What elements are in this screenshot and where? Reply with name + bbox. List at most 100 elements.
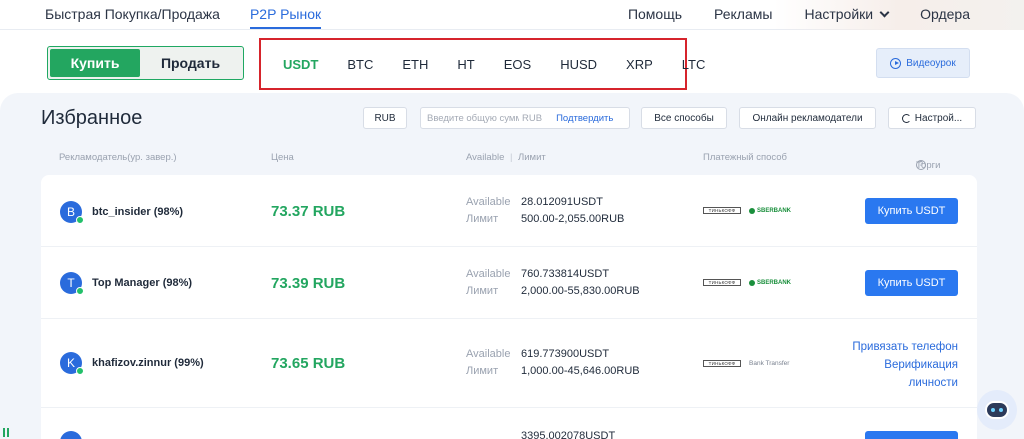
chevron-down-icon xyxy=(879,7,890,18)
link-phone-link[interactable]: Привязать телефон xyxy=(852,338,958,356)
avatar-initial: B xyxy=(66,205,75,219)
limit-value: 2,000.00-55,830.00RUB xyxy=(521,285,640,297)
confirm-button[interactable]: Подтвердить xyxy=(556,113,613,124)
nav-settings[interactable]: Настройки xyxy=(804,6,890,22)
refresh-icon xyxy=(901,113,911,123)
tinkoff-logo: ТИНЬКОФФ xyxy=(703,207,741,214)
buy-usdt-button[interactable] xyxy=(865,431,958,439)
table-row: B btc_insider (98%) 73.37 RUB Available … xyxy=(41,175,977,247)
available-value: 28.012091USDT xyxy=(521,196,603,208)
tinkoff-logo: ТИНЬКОФФ xyxy=(703,279,741,286)
available-value: 760.733814USDT xyxy=(521,268,610,280)
avatar: T xyxy=(60,272,84,295)
page-title: Избранное xyxy=(41,107,143,129)
sberbank-icon xyxy=(749,207,755,214)
sberbank-label: SBERBANK xyxy=(757,279,792,286)
col-price: Цена xyxy=(271,152,294,163)
identity-verification-link[interactable]: Верификация xyxy=(852,356,958,374)
settings-button-label: Настрой... xyxy=(914,112,963,124)
coin-tab-husd[interactable]: HUSD xyxy=(560,57,597,72)
amount-input[interactable] xyxy=(427,112,519,124)
col-limit: Лимит xyxy=(518,152,546,163)
limit-label: Лимит xyxy=(466,285,499,297)
play-icon xyxy=(890,57,902,69)
buy-sell-toggle: Купить Продать xyxy=(47,46,244,80)
table-row: 3395.002078USDT xyxy=(41,408,977,439)
merchant-name[interactable]: Top Manager (98%) xyxy=(92,277,192,289)
bank-transfer-label: Bank Transfer xyxy=(749,360,790,367)
settings-button[interactable]: Настрой... xyxy=(888,107,976,129)
col-payment: Платежный способ xyxy=(703,152,788,163)
buy-usdt-button[interactable]: Купить USDT xyxy=(865,270,958,296)
support-robot-icon[interactable] xyxy=(977,390,1017,430)
available-value: 619.773900USDT xyxy=(521,348,610,360)
robot-face-icon xyxy=(985,401,1009,419)
payment-methods-select[interactable]: Все способы xyxy=(641,107,727,129)
limit-label: Лимит xyxy=(466,213,499,225)
nav-settings-label: Настройки xyxy=(804,6,874,22)
limit-value: 500.00-2,055.00RUB xyxy=(521,213,625,225)
available-value: 3395.002078USDT xyxy=(521,430,616,439)
available-label: Available xyxy=(466,196,511,208)
limit-label: Лимит xyxy=(466,365,499,377)
coin-tab-btc[interactable]: BTC xyxy=(347,57,373,72)
buy-usdt-button[interactable]: Купить USDT xyxy=(865,198,958,224)
online-indicator xyxy=(76,287,84,295)
amount-filter: RUB Подтвердить xyxy=(420,107,630,129)
sberbank-logo: SBERBANK xyxy=(749,279,792,286)
table-row: K khafizov.zinnur (99%) 73.65 RUB Availa… xyxy=(41,319,977,408)
available-label: Available xyxy=(466,268,511,280)
nav-quick-trade[interactable]: Быстрая Покупка/Продажа xyxy=(45,6,220,22)
sell-tab[interactable]: Продать xyxy=(140,49,241,77)
col-advertiser: Рекламодатель(ур. завер.) xyxy=(59,152,177,163)
video-tutorial-button[interactable]: Видеоурок xyxy=(876,48,970,78)
signal-bars-icon xyxy=(3,428,9,437)
online-indicator xyxy=(76,216,84,224)
price: 73.39 RUB xyxy=(271,275,346,292)
nav-p2p-market[interactable]: P2P Рынок xyxy=(249,6,322,29)
avatar: K xyxy=(60,352,84,375)
avatar: B xyxy=(60,201,84,224)
merchant-name[interactable]: khafizov.zinnur (99%) xyxy=(92,357,204,369)
verification-requirements: Привязать телефон Верификация личности xyxy=(852,338,958,392)
payment-methods: ТИНЬКОФФ SBERBANK xyxy=(703,279,791,286)
coin-tabs: USDT BTC ETH HT EOS HUSD XRP LTC xyxy=(259,38,705,90)
coin-tab-usdt[interactable]: USDT xyxy=(283,57,318,72)
identity-verification-line2[interactable]: личности xyxy=(852,374,958,392)
online-indicator xyxy=(76,367,84,375)
coin-tab-ht[interactable]: HT xyxy=(457,57,474,72)
amount-currency: RUB xyxy=(522,112,543,124)
price: 73.37 RUB xyxy=(271,203,346,220)
table-row: T Top Manager (98%) 73.39 RUB Available … xyxy=(41,247,977,319)
payment-methods: ТИНЬКОФФ Bank Transfer xyxy=(703,360,789,367)
top-nav: Быстрая Покупка/Продажа P2P Рынок Помощь… xyxy=(0,0,1024,30)
col-separator: | xyxy=(510,152,513,163)
sberbank-logo: SBERBANK xyxy=(749,207,792,214)
col-trade-label: Торги xyxy=(916,160,941,171)
video-tutorial-label: Видеоурок xyxy=(906,57,956,69)
sberbank-label: SBERBANK xyxy=(757,207,792,214)
sberbank-icon xyxy=(749,279,755,286)
avatar-initial: K xyxy=(66,356,75,370)
coin-tab-eos[interactable]: EOS xyxy=(504,57,531,72)
limit-value: 1,000.00-45,646.00RUB xyxy=(521,365,640,377)
buy-tab[interactable]: Купить xyxy=(50,49,140,77)
available-label: Available xyxy=(466,348,511,360)
payment-methods: ТИНЬКОФФ SBERBANK xyxy=(703,207,791,214)
nav-orders[interactable]: Ордера xyxy=(920,6,970,22)
nav-left: Быстрая Покупка/Продажа P2P Рынок xyxy=(45,0,322,29)
avatar-initial: T xyxy=(67,276,75,290)
avatar xyxy=(60,431,82,439)
coin-tab-xrp[interactable]: XRP xyxy=(626,57,653,72)
nav-right: Помощь Рекламы Настройки Ордера xyxy=(628,0,970,28)
col-available: Available xyxy=(466,152,505,163)
price: 73.65 RUB xyxy=(271,355,346,372)
tinkoff-logo: ТИНЬКОФФ xyxy=(703,360,741,367)
currency-select[interactable]: RUB xyxy=(363,107,407,129)
nav-help[interactable]: Помощь xyxy=(628,6,682,22)
nav-ads[interactable]: Рекламы xyxy=(714,6,772,22)
coin-tab-eth[interactable]: ETH xyxy=(402,57,428,72)
coin-tab-ltc[interactable]: LTC xyxy=(682,57,706,72)
online-advertisers-toggle[interactable]: Онлайн рекламодатели xyxy=(739,107,876,129)
merchant-name[interactable]: btc_insider (98%) xyxy=(92,206,183,218)
